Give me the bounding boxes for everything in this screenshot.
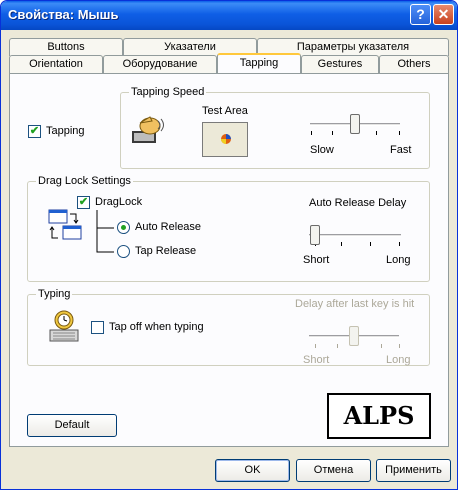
check-mark-icon: ✔ xyxy=(29,125,40,137)
draglock-checkbox[interactable]: ✔ xyxy=(77,196,90,209)
radio-connector-lines xyxy=(96,210,114,253)
tapping-checkbox[interactable]: ✔ xyxy=(28,125,41,138)
tick xyxy=(381,344,382,348)
slow-label: Slow xyxy=(310,144,334,156)
tap-release-radio[interactable] xyxy=(117,245,130,258)
window-title: Свойства: Мышь xyxy=(8,7,119,22)
release-long-label: Long xyxy=(386,254,411,266)
tab-buttons[interactable]: Buttons xyxy=(9,38,123,56)
check-mark-icon: ✔ xyxy=(78,196,89,208)
tapping-speed-slider-thumb[interactable] xyxy=(350,114,360,134)
tick xyxy=(399,344,400,348)
typing-delay-label: Delay after last key is hit xyxy=(295,298,415,310)
tab-hardware[interactable]: Оборудование xyxy=(103,55,217,73)
ok-button[interactable]: OK xyxy=(215,459,290,482)
auto-release-radio[interactable] xyxy=(117,221,130,234)
typing-short-label: Short xyxy=(303,354,330,366)
tick xyxy=(337,344,338,348)
tap-release-label: Tap Release xyxy=(135,245,197,257)
default-button[interactable]: Default xyxy=(27,414,117,437)
drag-lock-label: Drag Lock Settings xyxy=(36,175,133,187)
typing-delay-slider-thumb[interactable] xyxy=(349,326,359,346)
tick xyxy=(399,242,400,246)
keyboard-timer-icon xyxy=(49,310,79,342)
tick xyxy=(341,242,342,246)
typing-label: Typing xyxy=(36,288,73,300)
auto-release-delay-slider-thumb[interactable] xyxy=(310,225,320,245)
tab-gestures[interactable]: Gestures xyxy=(301,55,379,73)
tick xyxy=(315,344,316,348)
tick xyxy=(370,242,371,246)
test-area[interactable] xyxy=(202,122,248,157)
close-button[interactable]: ✕ xyxy=(433,4,454,25)
tap-off-typing-label: Tap off when typing xyxy=(109,321,204,333)
tapping-speed-group: Tapping Speed xyxy=(120,86,430,169)
tick xyxy=(376,131,377,135)
auto-release-delay-track xyxy=(309,234,401,237)
tap-off-typing-checkbox[interactable] xyxy=(91,321,104,334)
auto-release-delay-label: Auto Release Delay xyxy=(309,197,407,209)
help-button[interactable]: ? xyxy=(410,4,431,25)
tap-hand-icon xyxy=(132,116,164,143)
test-area-label: Test Area xyxy=(202,105,248,117)
test-area-ball-icon xyxy=(221,134,231,144)
typing-long-label: Long xyxy=(386,354,411,366)
auto-release-label: Auto Release xyxy=(135,221,202,233)
tapping-label: Tapping xyxy=(46,125,85,137)
alps-logo: ALPS xyxy=(327,393,431,439)
release-short-label: Short xyxy=(303,254,330,266)
tick xyxy=(311,131,312,135)
tick xyxy=(332,131,333,135)
draglock-label: DragLock xyxy=(95,196,143,208)
tab-tapping[interactable]: Tapping xyxy=(217,53,301,73)
title-bar[interactable]: Свойства: Мышь ? ✕ xyxy=(1,1,457,30)
tab-orientation[interactable]: Orientation xyxy=(9,55,103,73)
apply-button[interactable]: Применить xyxy=(376,459,451,482)
tapping-speed-label: Tapping Speed xyxy=(129,86,207,98)
drag-windows-icon xyxy=(48,209,82,240)
mouse-properties-window: Свойства: Мышь ? ✕ Buttons Указатели Пар… xyxy=(0,0,458,490)
fast-label: Fast xyxy=(390,144,412,156)
cancel-button[interactable]: Отмена xyxy=(296,459,371,482)
tick xyxy=(399,131,400,135)
tab-others[interactable]: Others xyxy=(379,55,449,73)
